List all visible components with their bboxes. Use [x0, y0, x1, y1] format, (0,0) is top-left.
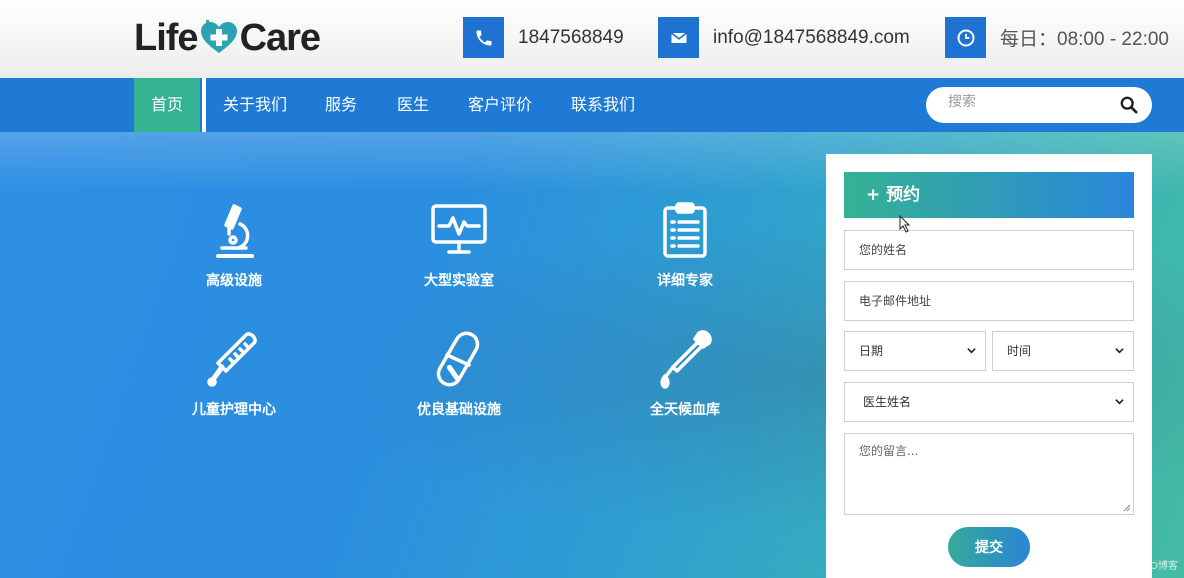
time-select[interactable]: 时间 — [992, 331, 1134, 371]
envelope-icon — [658, 17, 699, 58]
search-icon[interactable] — [1120, 96, 1138, 114]
feature-advanced-facilities: 高级设施 — [144, 200, 324, 290]
top-header: Life Care 1847568849 info@1847568849.com… — [0, 0, 1184, 78]
watermark: @51CTO博客 — [1114, 561, 1178, 572]
clock-icon — [945, 17, 986, 58]
nav-item-testimonials[interactable]: 客户评价 — [468, 78, 532, 132]
doctor-select[interactable]: 医生姓名 — [844, 382, 1134, 422]
date-select[interactable]: 日期 — [844, 331, 986, 371]
chevron-down-icon — [1115, 348, 1124, 354]
date-select-value: 日期 — [859, 344, 884, 358]
dropper-icon — [660, 330, 712, 389]
nav-item-services[interactable]: 服务 — [325, 78, 357, 132]
doctor-select-value: 医生姓名 — [863, 395, 912, 409]
monitor-heartbeat-icon — [431, 204, 487, 254]
name-input[interactable] — [844, 230, 1134, 270]
pill-icon — [436, 331, 480, 387]
microscope-icon — [216, 204, 254, 258]
feature-label: 全天候血库 — [650, 402, 720, 418]
time-select-value: 时间 — [1007, 344, 1032, 358]
feature-infrastructure: 优良基础设施 — [369, 329, 549, 419]
feature-blood-bank: 全天候血库 — [595, 329, 775, 419]
logo-text-life: Life — [134, 16, 199, 59]
appointment-title: + 预约 — [844, 172, 1134, 218]
feature-label: 儿童护理中心 — [192, 402, 276, 418]
phone-icon — [463, 17, 504, 58]
resize-handle-icon[interactable] — [1122, 503, 1131, 512]
hours-contact: 每日：08:00 - 22:00 — [945, 17, 1169, 58]
email-address[interactable]: info@1847568849.com — [713, 27, 910, 49]
nav-item-about[interactable]: 关于我们 — [223, 78, 287, 132]
search-input[interactable] — [948, 94, 1108, 110]
thermometer-icon — [207, 332, 257, 387]
phone-contact: 1847568849 — [463, 17, 624, 58]
nav-active-indicator — [134, 78, 206, 136]
opening-hours: 每日：08:00 - 22:00 — [1000, 29, 1169, 50]
phone-number[interactable]: 1847568849 — [518, 27, 624, 49]
submit-button[interactable]: 提交 — [948, 527, 1030, 567]
nav-item-contact[interactable]: 联系我们 — [571, 78, 635, 132]
feature-detailed-experts: 详细专家 — [595, 200, 775, 290]
feature-label: 大型实验室 — [424, 273, 494, 289]
logo-text-care: Care — [239, 16, 321, 59]
mouse-cursor-icon — [899, 215, 911, 233]
feature-label: 优良基础设施 — [417, 402, 501, 418]
clipboard-icon — [663, 202, 707, 258]
feature-label: 高级设施 — [206, 273, 262, 289]
appointment-form: + 预约 日期 时间 医生姓名 提交 — [826, 154, 1152, 578]
chevron-down-icon — [1115, 399, 1124, 405]
email-input[interactable] — [844, 281, 1134, 321]
search-box — [926, 87, 1152, 123]
message-textarea[interactable] — [844, 433, 1134, 515]
chevron-down-icon — [967, 348, 976, 354]
email-contact: info@1847568849.com — [658, 17, 910, 58]
feature-label: 详细专家 — [657, 273, 713, 289]
nav-item-doctors[interactable]: 医生 — [397, 78, 429, 132]
feature-child-care: 儿童护理中心 — [144, 329, 324, 419]
feature-large-lab: 大型实验室 — [369, 200, 549, 290]
heart-cross-icon — [199, 14, 239, 56]
logo[interactable]: Life Care — [134, 14, 321, 62]
